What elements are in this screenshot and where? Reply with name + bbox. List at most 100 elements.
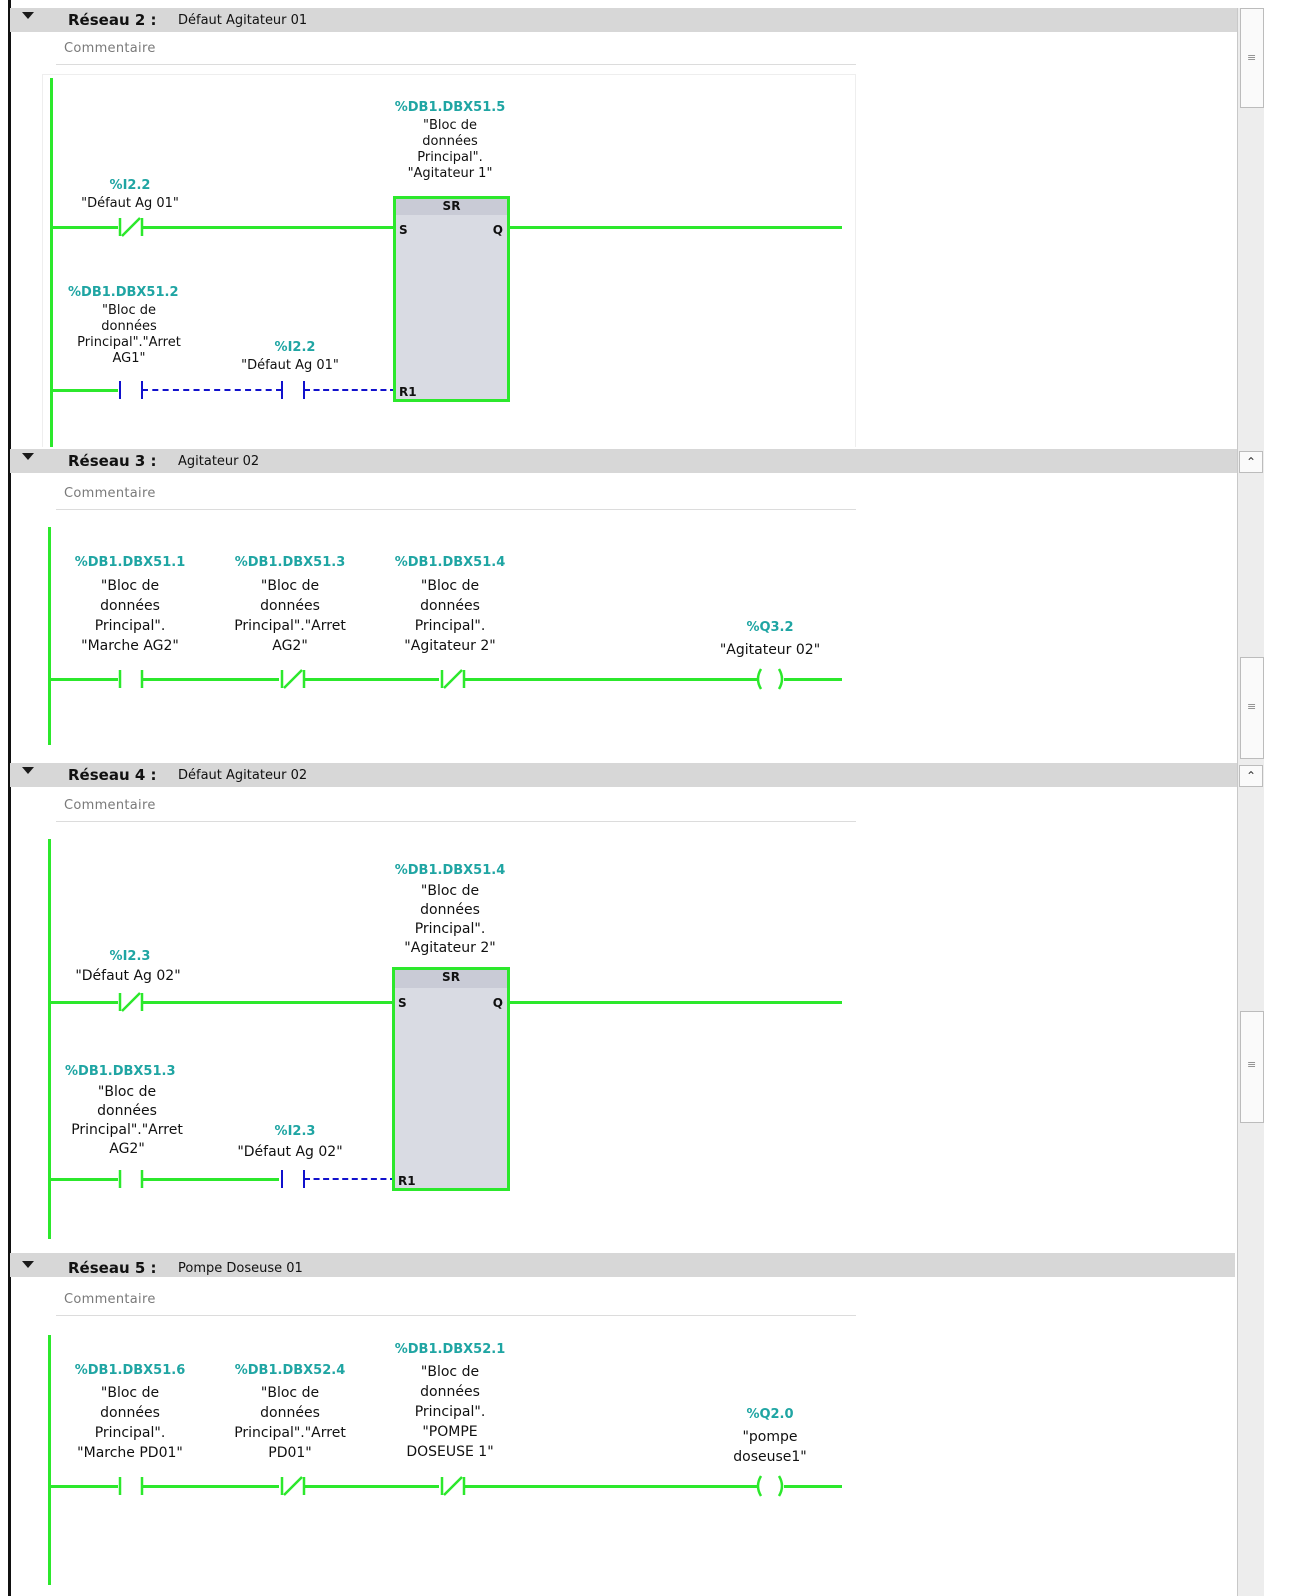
chevron-up-icon[interactable]: ⌃ — [1239, 451, 1263, 473]
coil-address: %Q3.2 — [746, 620, 794, 635]
contact-label: "Bloc de données Principal"."Arret AG2" — [234, 578, 346, 654]
contact-address: %DB1.DBX51.1 — [74, 555, 186, 570]
window-frame-left — [8, 761, 11, 1251]
sr-pin-q: Q — [492, 996, 503, 1010]
sr-label: "Bloc de données Principal". "Agitateur … — [404, 883, 496, 956]
power-rail — [48, 527, 51, 745]
sr-pin-q: Q — [492, 223, 503, 237]
sr-title: SR — [395, 970, 507, 988]
wire — [143, 1485, 279, 1488]
network-4-pane: Réseau 4 : Défaut Agitateur 02 Commentai… — [0, 761, 1298, 1251]
sr-pin-r1: R1 — [399, 385, 417, 399]
network-5-header[interactable]: Réseau 5 : Pompe Doseuse 01 — [10, 1253, 1235, 1277]
network-3-comment[interactable]: Commentaire — [56, 483, 856, 510]
sr-block[interactable]: SR S Q R1 — [392, 967, 510, 1191]
wire — [143, 678, 279, 681]
wire — [52, 226, 118, 229]
network-5-pane: Réseau 5 : Pompe Doseuse 01 Commentaire … — [0, 1251, 1298, 1596]
sr-label: "Bloc de données Principal". "Agitateur … — [407, 118, 493, 181]
network-5-comment[interactable]: Commentaire — [56, 1289, 856, 1316]
contact-label: "Défaut Ag 01" — [241, 358, 339, 373]
contact-address: %DB1.DBX51.2 — [68, 285, 179, 300]
contact-address: %I2.2 — [109, 178, 151, 193]
wire — [50, 678, 118, 681]
vertical-scrollbar[interactable] — [1237, 1251, 1264, 1596]
contact-label: "Défaut Ag 01" — [81, 196, 179, 211]
wire-dashed — [142, 389, 282, 391]
contact-address: %DB1.DBX51.6 — [74, 1363, 186, 1378]
sr-title: SR — [396, 199, 507, 215]
triangle-down-icon[interactable] — [22, 1261, 34, 1268]
sr-address: %DB1.DBX51.5 — [394, 100, 506, 115]
wire — [305, 1485, 439, 1488]
coil[interactable] — [752, 667, 788, 691]
network-3-title: Réseau 3 : — [68, 452, 157, 470]
network-2-header[interactable]: Réseau 2 : Défaut Agitateur 01 — [10, 8, 1260, 32]
contact-address: %I2.3 — [109, 949, 151, 964]
wire — [465, 678, 757, 681]
wire — [50, 1001, 118, 1004]
scroll-thumb[interactable]: ≡ — [1240, 8, 1264, 108]
vertical-scrollbar[interactable]: ≡ — [1237, 447, 1264, 761]
contact-label: "Bloc de données Principal"."Arret PD01" — [234, 1385, 346, 1461]
coil[interactable] — [752, 1474, 788, 1498]
power-rail — [48, 1335, 51, 1585]
scroll-thumb[interactable]: ≡ — [1240, 1011, 1264, 1123]
network-5-subtitle[interactable]: Pompe Doseuse 01 — [178, 1261, 303, 1276]
contact-label: "Bloc de données Principal". "Marche AG2… — [81, 578, 179, 654]
chevron-up-icon[interactable]: ⌃ — [1239, 765, 1263, 787]
wire — [784, 1485, 842, 1488]
grip-icon: ≡ — [1247, 1058, 1257, 1071]
wire — [143, 1178, 279, 1181]
wire — [784, 678, 842, 681]
wire — [510, 226, 842, 229]
network-4-header[interactable]: Réseau 4 : Défaut Agitateur 02 — [10, 763, 1260, 787]
sr-address: %DB1.DBX51.4 — [394, 863, 506, 878]
triangle-down-icon[interactable] — [22, 767, 34, 774]
wire — [143, 1001, 395, 1004]
network-2-subtitle[interactable]: Défaut Agitateur 01 — [178, 13, 307, 28]
contact-label: "Bloc de données Principal". "Marche PD0… — [77, 1385, 183, 1461]
contact-address: %I2.3 — [274, 1124, 316, 1139]
grip-icon: ≡ — [1247, 51, 1257, 64]
contact-label: "Bloc de données Principal". "Agitateur … — [404, 578, 496, 654]
triangle-down-icon[interactable] — [22, 453, 34, 460]
triangle-down-icon[interactable] — [22, 12, 34, 19]
coil-label: "Agitateur 02" — [719, 642, 821, 658]
contact-address: %I2.2 — [274, 340, 316, 355]
vertical-scrollbar[interactable]: ≡ — [1237, 8, 1264, 447]
sr-pin-s: S — [399, 223, 408, 237]
grip-icon: ≡ — [1247, 700, 1257, 713]
network-4-title: Réseau 4 : — [68, 766, 157, 784]
contact-label: "Bloc de données Principal"."Arret AG1" — [77, 303, 181, 366]
network-5-title: Réseau 5 : — [68, 1259, 157, 1277]
wire-dashed — [304, 1178, 396, 1180]
network-3-subtitle[interactable]: Agitateur 02 — [178, 454, 259, 469]
wire — [50, 1485, 118, 1488]
sr-block[interactable]: SR S Q R1 — [393, 196, 510, 402]
wire — [143, 226, 395, 229]
contact-address: %DB1.DBX52.1 — [394, 1342, 506, 1357]
network-2-title: Réseau 2 : — [68, 11, 157, 29]
contact-address: %DB1.DBX51.3 — [65, 1064, 176, 1079]
sr-pin-r1: R1 — [398, 1174, 416, 1188]
vertical-scrollbar[interactable]: ≡ — [1237, 761, 1264, 1251]
contact-address: %DB1.DBX51.4 — [394, 555, 506, 570]
network-2-comment[interactable]: Commentaire — [56, 38, 856, 65]
contact-label: "Bloc de données Principal"."Arret AG2" — [71, 1084, 183, 1157]
window-frame-left — [8, 1251, 11, 1596]
contact-label: "Défaut Ag 02" — [237, 1144, 343, 1160]
network-4-subtitle[interactable]: Défaut Agitateur 02 — [178, 768, 307, 783]
wire — [50, 1178, 118, 1181]
coil-address: %Q2.0 — [746, 1407, 794, 1422]
wire-dashed — [304, 389, 396, 391]
network-4-comment[interactable]: Commentaire — [56, 795, 856, 822]
window-frame-left — [8, 447, 11, 761]
contact-label: "Bloc de données Principal". "POMPE DOSE… — [406, 1364, 494, 1460]
sr-pin-s: S — [398, 996, 407, 1010]
scroll-thumb[interactable]: ≡ — [1240, 657, 1264, 759]
contact-label: "Défaut Ag 02" — [75, 968, 181, 984]
contact-address: %DB1.DBX52.4 — [234, 1363, 346, 1378]
contact-address: %DB1.DBX51.3 — [234, 555, 346, 570]
network-3-header[interactable]: Réseau 3 : Agitateur 02 — [10, 449, 1260, 473]
